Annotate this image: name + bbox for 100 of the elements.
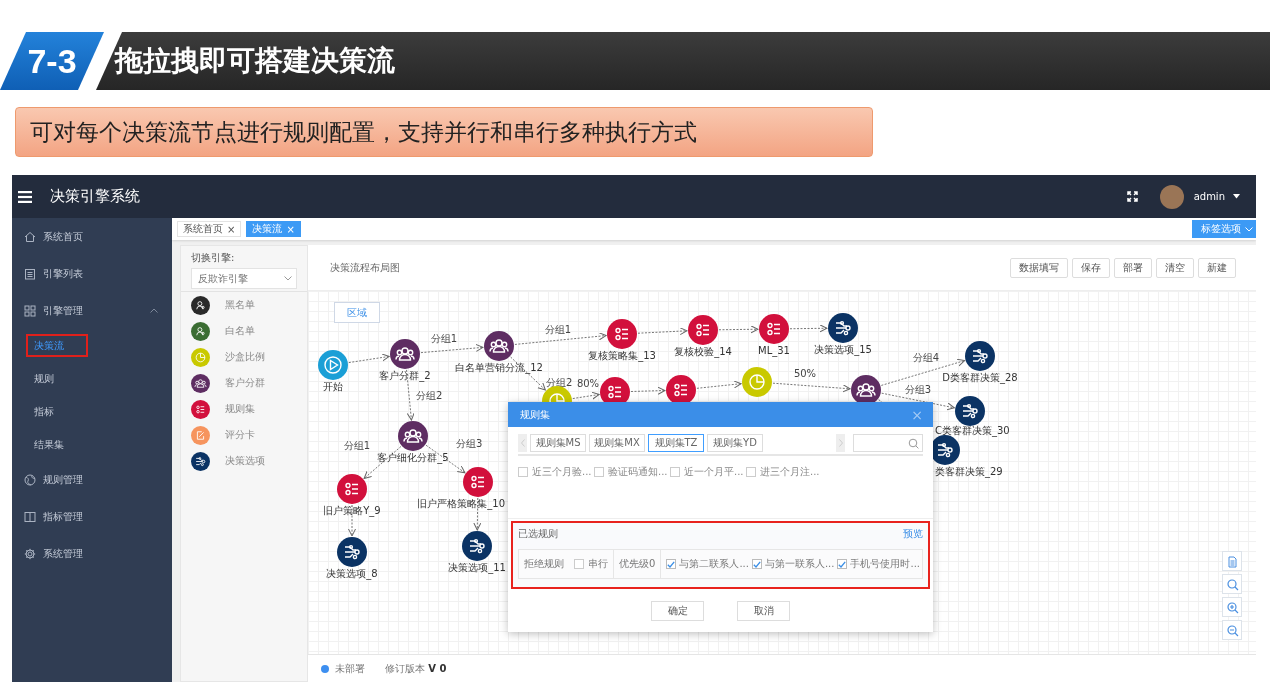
chevron-icon[interactable] — [150, 308, 158, 313]
flow-node[interactable] — [484, 331, 514, 361]
flow-node[interactable] — [337, 474, 367, 504]
checkbox-label: 近三个月验... — [532, 465, 592, 479]
user-name[interactable]: admin — [1193, 191, 1225, 202]
checkbox-label: 验证码通知... — [608, 465, 668, 479]
sidebar-item[interactable]: 系统首页 — [12, 218, 172, 255]
ruleset-tab[interactable]: 规则集MS — [530, 434, 586, 452]
avatar-icon[interactable] — [1159, 184, 1184, 209]
close-icon[interactable]: × — [227, 223, 236, 235]
search-field[interactable] — [853, 434, 923, 452]
preview-link[interactable]: 预览 — [903, 527, 923, 541]
caret-icon[interactable] — [1233, 194, 1240, 199]
ruleset-tab[interactable]: 规则集YD — [707, 434, 763, 452]
palette-item[interactable]: 白名单 — [181, 318, 307, 344]
chevron-icon — [284, 276, 292, 281]
checkbox[interactable] — [837, 559, 848, 569]
edge-label: 分组3 — [904, 384, 932, 395]
palette-item[interactable]: 黑名单 — [181, 292, 307, 318]
app-title: 决策引擎系统 — [50, 187, 140, 206]
checkbox[interactable] — [594, 467, 604, 477]
sidebar-subitem[interactable]: 结果集 — [26, 433, 72, 456]
dialog-button[interactable]: 确定 — [651, 600, 704, 621]
edge-label: 分组2 — [546, 377, 573, 388]
flow-node[interactable] — [398, 421, 428, 451]
chevron-right-icon — [838, 439, 843, 447]
node-label: 复核校验_14 — [674, 346, 732, 357]
sidebar-item[interactable]: 系统管理 — [12, 535, 172, 572]
flow-node[interactable] — [759, 314, 789, 344]
document-icon — [1225, 554, 1239, 568]
checkbox[interactable] — [574, 559, 584, 569]
flow-node[interactable] — [688, 315, 718, 345]
checkbox[interactable] — [670, 467, 680, 477]
sidebar-item[interactable]: 引擎列表 — [12, 255, 172, 292]
search-icon — [908, 437, 919, 449]
sidebar-subitem[interactable]: 决策流 — [26, 334, 88, 357]
sidebar-subitem[interactable]: 指标 — [26, 400, 62, 423]
palette-item[interactable]: 规则集 — [181, 396, 307, 422]
engine-dropdown[interactable]: 反欺诈引擎 — [191, 268, 297, 289]
rule-group-label: 拒绝规则 — [524, 557, 564, 571]
node-label: 类客群决策_29 — [935, 466, 1003, 477]
dialog-button[interactable]: 取消 — [737, 600, 790, 621]
connector-arrow — [789, 324, 828, 333]
status-dot — [321, 664, 329, 673]
toolbar-button[interactable]: 清空 — [1156, 257, 1194, 278]
zoom-in-button[interactable] — [1222, 597, 1242, 617]
edge-label: 80% — [576, 378, 600, 389]
home-icon — [24, 230, 36, 243]
checkbox[interactable] — [746, 467, 756, 477]
palette-item[interactable]: 沙盒比例 — [181, 344, 307, 370]
flow-node[interactable] — [828, 313, 858, 343]
ruleset-tab[interactable]: 规则集TZ — [648, 434, 704, 452]
connector-arrow — [696, 380, 742, 389]
toolbar-button[interactable]: 数据填写 — [1010, 257, 1068, 278]
edge-label: 分组1 — [343, 440, 370, 451]
sidebar-subitem[interactable]: 规则 — [26, 367, 62, 390]
ruleset-tab[interactable]: 规则集MX — [589, 434, 645, 452]
palette-item[interactable]: 决策选项 — [181, 448, 307, 474]
page-tab[interactable]: 系统首页 × — [177, 221, 242, 237]
edge-label: 50% — [793, 368, 817, 379]
flow-node[interactable] — [462, 531, 492, 561]
checkbox[interactable] — [751, 559, 762, 569]
gear-icon — [24, 547, 36, 560]
sidebar-item[interactable]: 规则管理 — [12, 461, 172, 498]
flow-node[interactable] — [337, 537, 367, 567]
flow-node[interactable] — [463, 467, 493, 497]
node-label: ML_31 — [758, 345, 790, 356]
fullscreen-icon[interactable] — [1126, 191, 1138, 202]
checkbox-label: 近一个月平... — [684, 465, 744, 479]
checkbox[interactable] — [666, 559, 677, 569]
flow-node[interactable] — [390, 339, 420, 369]
zoom-out-button[interactable] — [1222, 620, 1242, 640]
toolbar-button[interactable]: 保存 — [1072, 257, 1110, 278]
palette-item[interactable]: 客户分群 — [181, 370, 307, 396]
edge-label: 分组2 — [416, 390, 443, 401]
search-button[interactable] — [1222, 574, 1242, 594]
menu-icon[interactable] — [18, 190, 32, 203]
checkbox-label: 串行 — [588, 557, 608, 571]
flow-node[interactable] — [742, 367, 772, 397]
version-text: 修订版本 V 0 — [385, 661, 447, 676]
chevron-icon — [1245, 226, 1253, 232]
zoom-out-icon — [1225, 623, 1239, 637]
edit-icon — [191, 425, 210, 445]
checkbox-label: 进三个月注... — [760, 465, 820, 479]
sidebar-item[interactable]: 指标管理 — [12, 498, 172, 535]
area-button[interactable]: 区域 — [334, 302, 380, 323]
checkbox[interactable] — [518, 467, 528, 477]
flow-node[interactable] — [965, 341, 995, 371]
sidebar-item[interactable]: 引擎管理 — [12, 292, 172, 329]
palette-item[interactable]: 评分卡 — [181, 422, 307, 448]
toolbar-button[interactable]: 新建 — [1198, 257, 1236, 278]
slide-title: 拖拉拽即可搭建决策流 — [115, 43, 395, 79]
edge-label: 分组4 — [912, 352, 940, 363]
flow-node[interactable] — [955, 396, 985, 426]
zoom-in-icon — [1225, 600, 1239, 614]
flow-node[interactable] — [607, 319, 637, 349]
flow-node[interactable] — [318, 350, 348, 380]
list-icon — [24, 267, 36, 280]
connector-arrow — [572, 391, 600, 400]
toolbar-button[interactable]: 部署 — [1114, 257, 1152, 278]
